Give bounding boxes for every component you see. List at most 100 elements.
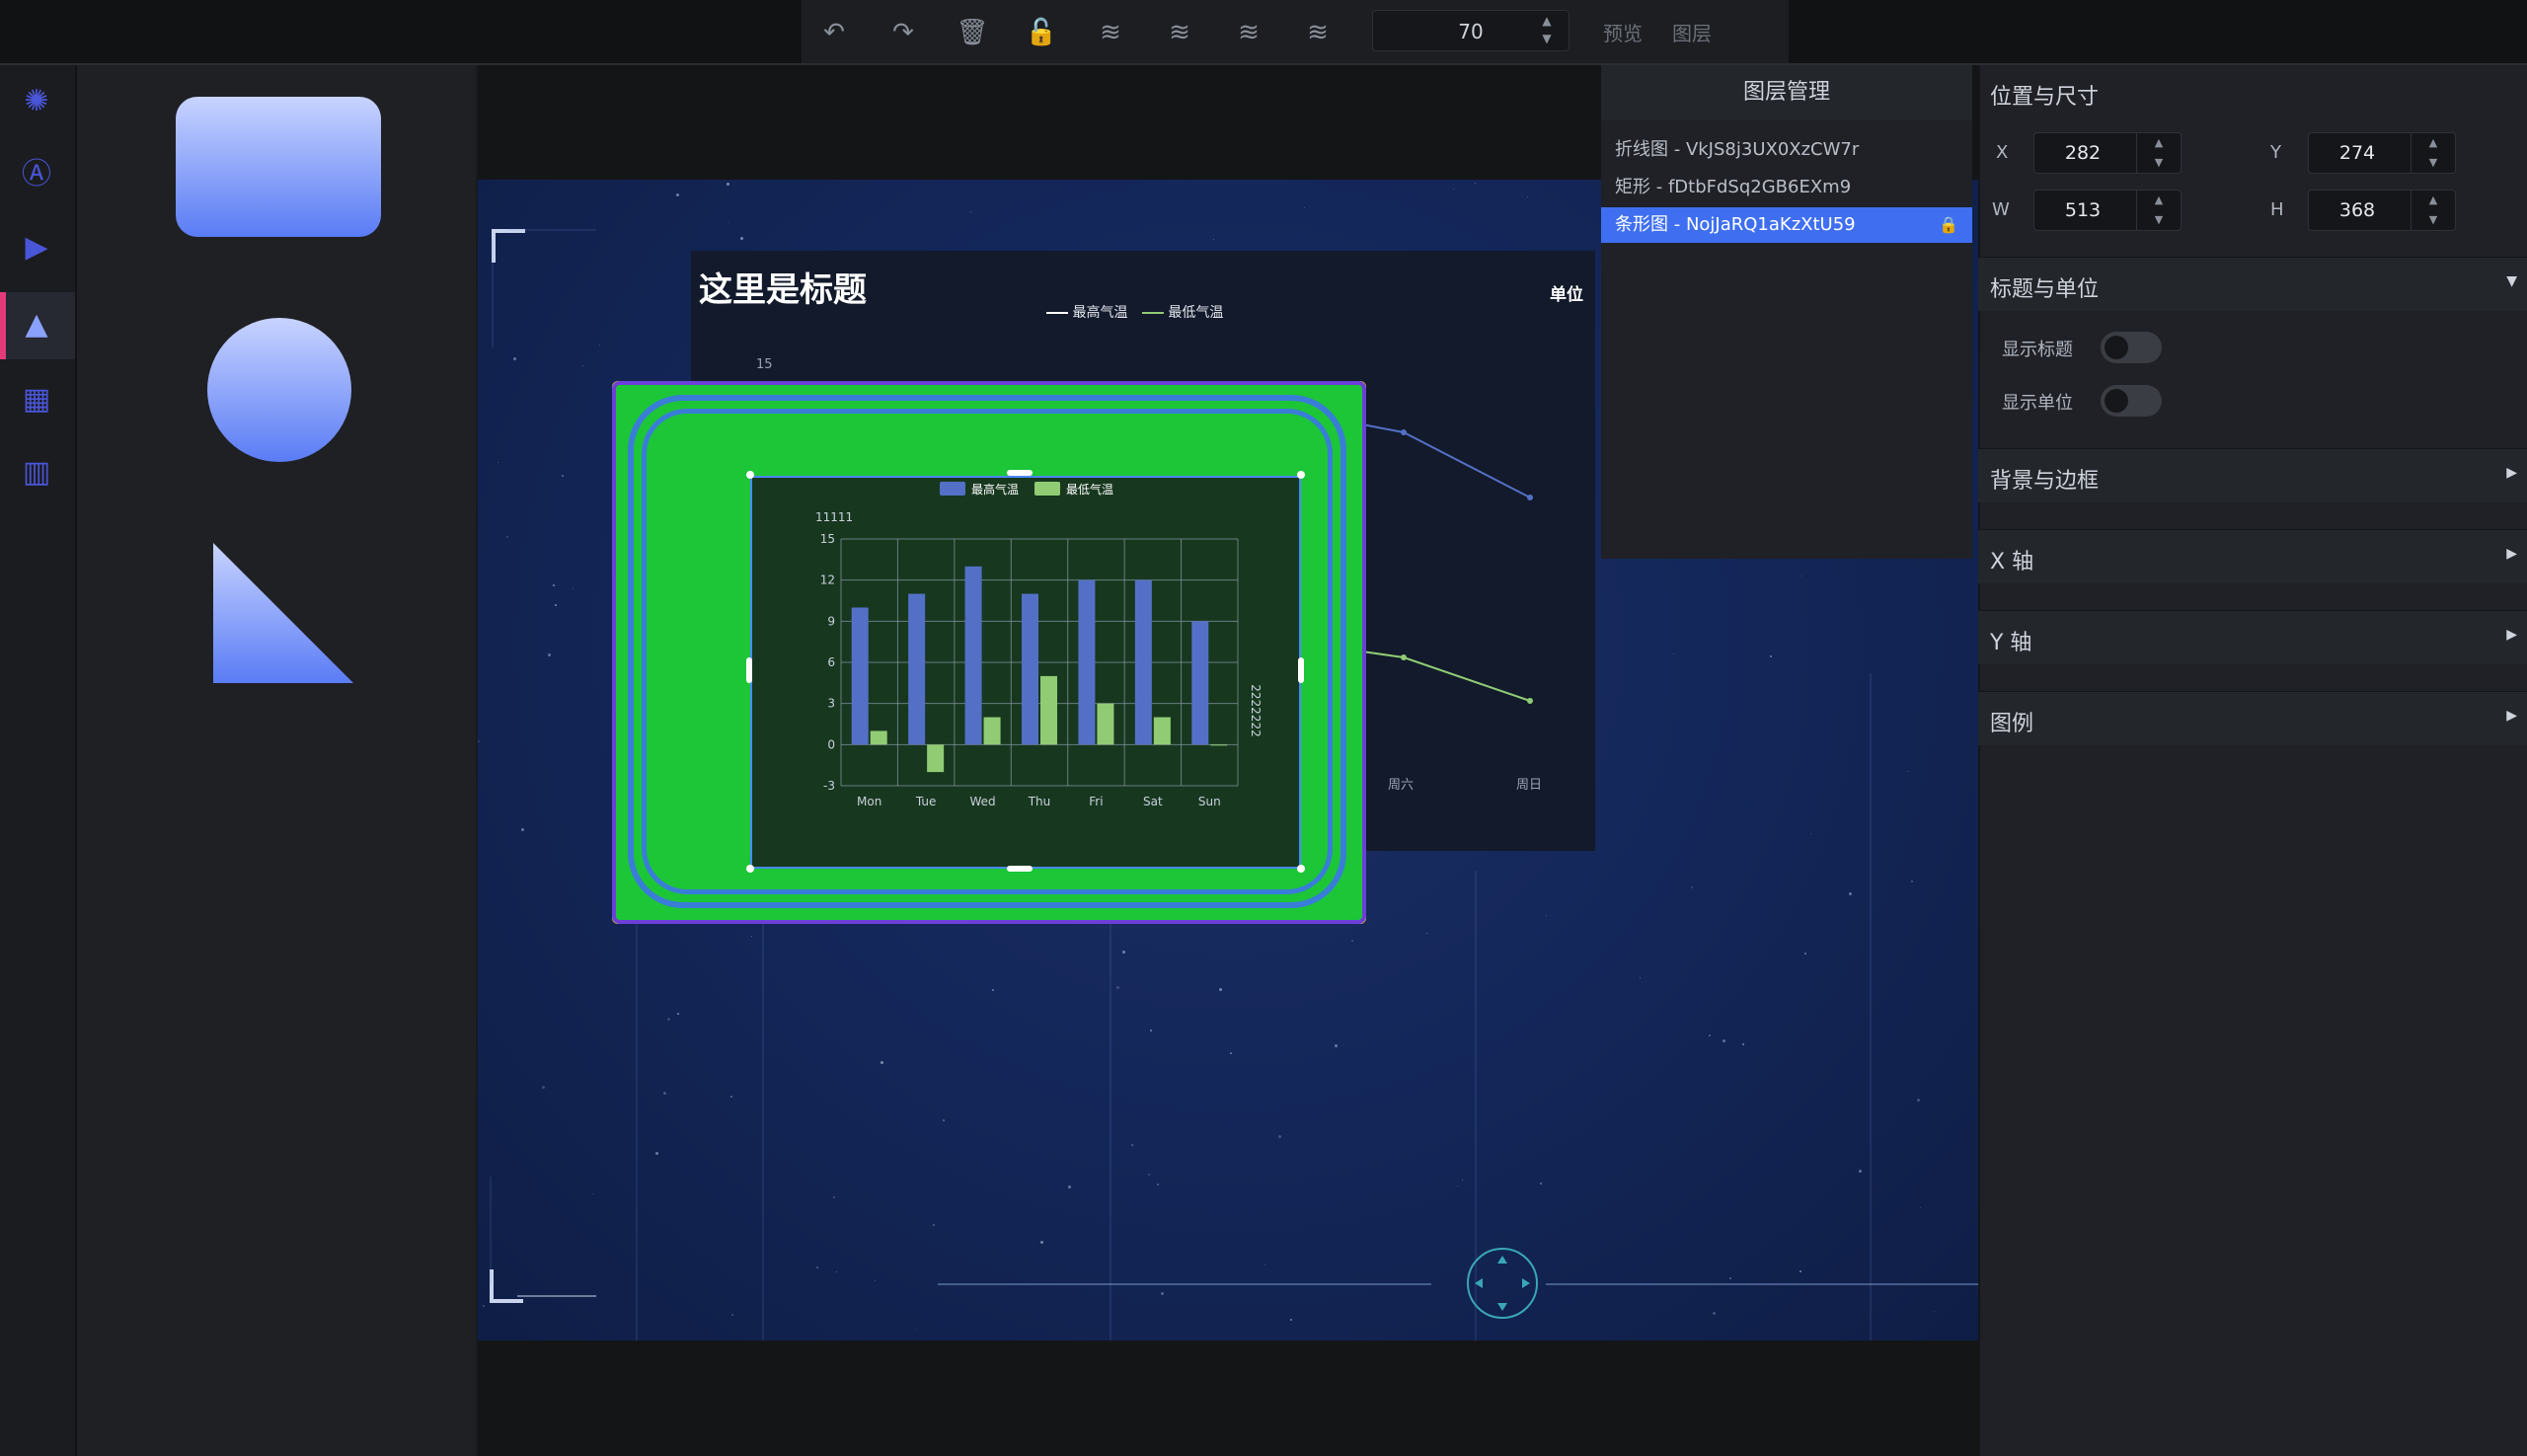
star-particle <box>992 989 994 991</box>
shape-icon[interactable]: ▲ <box>16 304 57 345</box>
x-value: 282 <box>2064 142 2102 164</box>
resize-handle-corner[interactable] <box>1297 865 1305 873</box>
resize-handle-bottom[interactable] <box>1007 866 1033 872</box>
layer-bottom-icon[interactable]: ≋ <box>1301 16 1335 49</box>
show-unit-toggle[interactable] <box>2101 385 2162 417</box>
map-icon[interactable]: ▥ <box>16 452 57 494</box>
decor-line <box>938 1283 1431 1285</box>
layer-up-icon[interactable]: ≋ <box>1163 16 1196 49</box>
grid-line <box>1110 871 1111 1341</box>
compass-decoration <box>1467 1248 1538 1319</box>
star-particle <box>1934 1311 1935 1312</box>
layer-manager-title: 图层管理 <box>1601 65 1972 120</box>
w-label: W <box>1992 199 2010 220</box>
height-input[interactable]: 368 ▲ ▼ <box>2308 190 2456 231</box>
unlock-icon[interactable]: 🔓 <box>1025 16 1058 49</box>
layer-item[interactable]: 矩形 - fDtbFdSq2GB6EXm9 <box>1601 170 1972 205</box>
star-particle <box>836 1271 837 1272</box>
grid-line <box>1870 673 1872 1341</box>
section-title-unit[interactable]: 标题与单位 ▼ <box>1978 257 2527 311</box>
zoom-value: 70 <box>1458 20 1484 43</box>
x-input[interactable]: 282 ▲ ▼ <box>2033 132 2182 174</box>
media-icon[interactable]: ▶ <box>16 227 57 268</box>
layers-toggle-button[interactable]: 图层 <box>1672 18 1712 46</box>
star-particle <box>555 604 557 606</box>
star-particle <box>1264 1264 1265 1265</box>
star-particle <box>1917 1099 1920 1102</box>
y-input[interactable]: 274 ▲ ▼ <box>2308 132 2456 174</box>
layer-item-selected[interactable]: 条形图 - NojJaRQ1aKzXtU59 🔒 <box>1601 207 1972 243</box>
section-legend[interactable]: 图例 ▶ <box>1978 691 2527 745</box>
y-label: Y <box>2270 142 2281 163</box>
chart-icon[interactable]: ✺ <box>16 81 57 122</box>
layer-item[interactable]: 折线图 - VkJS8j3UX0XzCW7r <box>1601 132 1972 168</box>
resize-handle-corner[interactable] <box>746 865 754 873</box>
layer-down-icon[interactable]: ≋ <box>1094 16 1127 49</box>
legend-marker-low <box>1141 312 1164 314</box>
component-category-bar <box>0 65 77 1456</box>
star-particle <box>548 653 551 656</box>
star-particle <box>1230 1052 1232 1054</box>
y-value: 274 <box>2338 142 2376 164</box>
star-particle <box>1540 1183 1542 1185</box>
redo-icon[interactable]: ↷ <box>886 16 920 49</box>
star-particle <box>542 1086 545 1089</box>
resize-handle-top[interactable] <box>1007 470 1033 476</box>
star-particle <box>1729 1277 1731 1279</box>
star-particle <box>677 1013 679 1015</box>
star-particle <box>1161 1292 1164 1295</box>
star-particle <box>1351 940 1353 942</box>
star-particle <box>727 183 729 186</box>
selection-box <box>750 476 1301 869</box>
undo-icon[interactable]: ↶ <box>817 16 851 49</box>
y-stepper[interactable]: ▲ ▼ <box>2411 133 2455 173</box>
resize-handle-corner[interactable] <box>746 471 754 479</box>
star-particle <box>1304 207 1305 208</box>
star-particle <box>1709 1035 1711 1036</box>
star-particle <box>1810 833 1811 834</box>
star-particle <box>1116 986 1119 989</box>
star-particle <box>553 584 555 586</box>
section-title-unit-label: 标题与单位 <box>1990 277 2100 302</box>
x-stepper[interactable]: ▲ ▼ <box>2136 133 2181 173</box>
legend-item-low: 最低气温 <box>1168 305 1224 321</box>
show-unit-label: 显示单位 <box>2002 393 2073 414</box>
corner-decoration <box>490 1269 523 1303</box>
resize-handle-corner[interactable] <box>1297 471 1305 479</box>
section-x-axis[interactable]: X 轴 ▶ <box>1978 529 2527 583</box>
delete-icon[interactable]: 🗑 <box>956 16 989 49</box>
section-background-border[interactable]: 背景与边框 ▶ <box>1978 448 2527 502</box>
star-particle <box>1911 881 1913 882</box>
width-input[interactable]: 513 ▲ ▼ <box>2033 190 2182 231</box>
width-stepper[interactable]: ▲ ▼ <box>2136 191 2181 230</box>
text-icon[interactable]: Ⓐ <box>16 154 57 195</box>
resize-handle-left[interactable] <box>746 657 752 683</box>
resize-handle-right[interactable] <box>1298 657 1304 683</box>
layer-top-icon[interactable]: ≋ <box>1232 16 1265 49</box>
star-particle <box>1640 977 1641 978</box>
line-chart-series <box>1362 423 1533 704</box>
circle-shape[interactable] <box>207 318 351 462</box>
line-chart-title: 这里是标题 <box>699 270 867 310</box>
star-particle <box>483 1305 485 1307</box>
star-particle <box>970 211 971 212</box>
star-particle <box>1335 1044 1338 1047</box>
star-particle <box>1122 951 1125 954</box>
show-title-label: 显示标题 <box>2002 340 2073 360</box>
decor-line <box>490 1177 492 1285</box>
zoom-stepper[interactable]: ▲ ▼ <box>1532 12 1562 49</box>
shapes-panel <box>77 65 476 1456</box>
show-title-toggle[interactable] <box>2101 332 2162 363</box>
rounded-rectangle-shape[interactable] <box>176 97 381 237</box>
triangle-shape[interactable] <box>211 541 355 685</box>
h-label: H <box>2270 199 2284 220</box>
caret-right-icon: ▶ <box>2506 546 2517 562</box>
height-stepper[interactable]: ▲ ▼ <box>2411 191 2455 230</box>
lock-icon[interactable]: 🔒 <box>1939 207 1958 243</box>
preview-button[interactable]: 预览 <box>1603 18 1643 46</box>
section-y-axis[interactable]: Y 轴 ▶ <box>1978 610 2527 664</box>
star-particle <box>916 1329 917 1330</box>
section-x-axis-label: X 轴 <box>1990 550 2034 575</box>
widget-icon[interactable]: ▦ <box>16 379 57 421</box>
star-particle <box>933 1224 935 1226</box>
